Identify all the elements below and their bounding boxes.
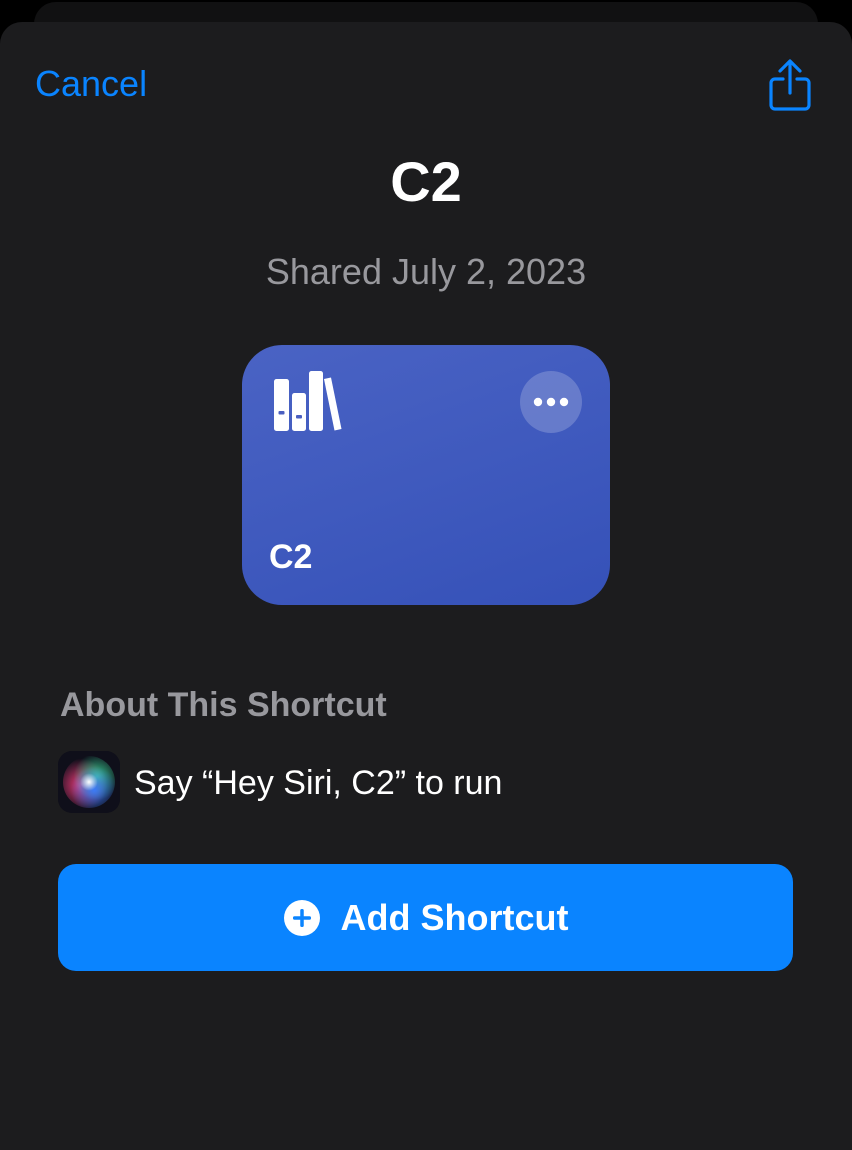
more-button[interactable] <box>520 371 582 433</box>
plus-circle-icon <box>283 899 320 936</box>
siri-phrase: Say “Hey Siri, C2” to run <box>134 764 503 802</box>
books-icon <box>272 371 344 433</box>
shared-date: Shared July 2, 2023 <box>265 251 587 292</box>
shortcut-card[interactable]: C2 <box>242 345 610 605</box>
page-title: C2 <box>390 150 462 213</box>
siri-icon <box>58 751 120 813</box>
share-button[interactable] <box>766 57 814 113</box>
about-heading: About This Shortcut <box>60 686 387 724</box>
ellipsis-icon <box>533 397 569 407</box>
add-shortcut-label: Add Shortcut <box>340 896 569 938</box>
cancel-button[interactable]: Cancel <box>35 62 147 106</box>
share-icon <box>769 59 811 111</box>
add-shortcut-button[interactable]: Add Shortcut <box>58 864 793 971</box>
shortcut-card-title: C2 <box>269 538 313 576</box>
